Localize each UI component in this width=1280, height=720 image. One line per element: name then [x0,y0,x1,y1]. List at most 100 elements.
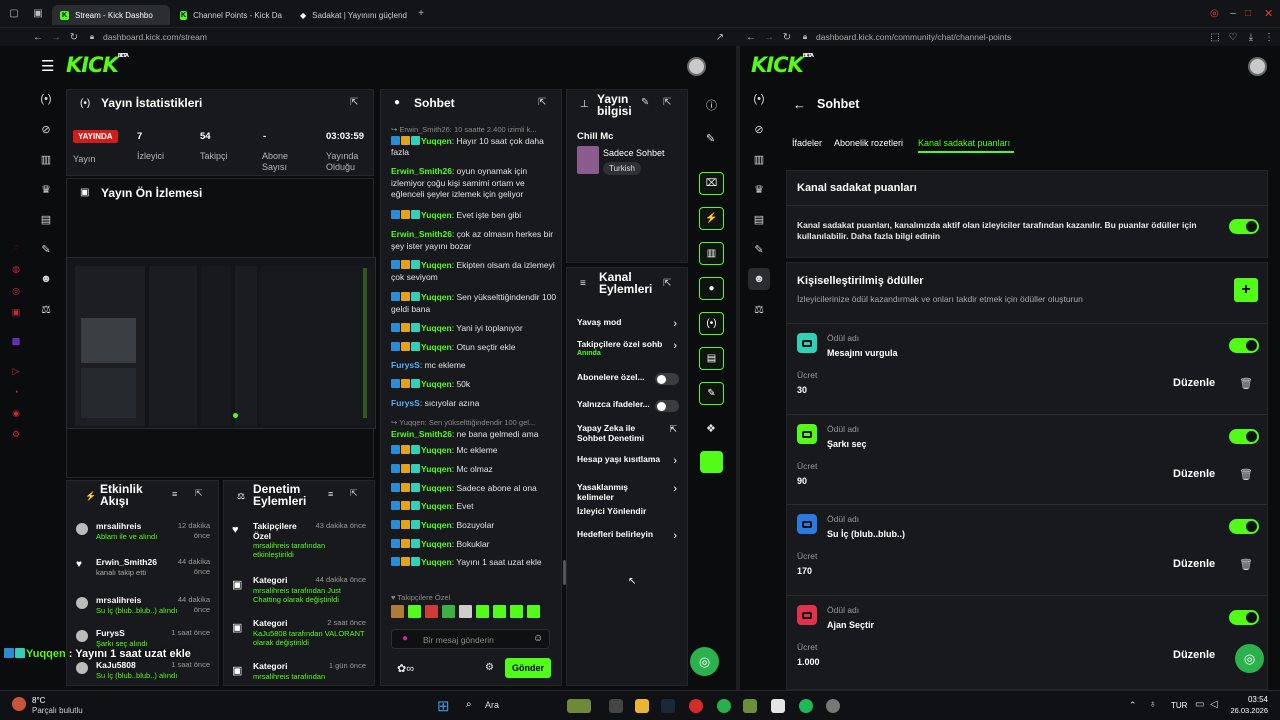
activity-user[interactable]: FurysS [96,628,125,638]
moderation-nav-icon[interactable]: ⚖ [38,303,54,317]
quick-action-button[interactable]: ⌧ [699,172,724,195]
chat-username[interactable]: FurysS [391,398,420,408]
chat-username[interactable]: Yuqqen [421,260,452,270]
reward-toggle[interactable] [1229,429,1259,444]
chat-username[interactable]: Erwin_Smith26 [391,166,452,176]
sidebar-app-icon[interactable]: ◌ [8,242,24,256]
sidebar-app-icon[interactable]: ▣ [8,307,24,321]
twitch-icon[interactable]: ▩ [8,336,24,350]
emote-icon[interactable] [527,605,540,618]
emote-icon[interactable] [391,605,404,618]
volume-icon[interactable]: ◁ [1210,699,1218,710]
chat-username[interactable]: Erwin_Smith26 [391,429,452,439]
tab-channel-points[interactable]: K Channel Points - Kick Da [172,5,290,25]
task-view-icon[interactable] [609,699,623,713]
popout-icon[interactable]: ⇱ [350,488,358,499]
send-button[interactable]: Gönder [505,658,551,678]
trash-icon[interactable]: 🗑︎ [1239,377,1253,390]
forward-icon[interactable]: → [762,32,776,43]
chevron-right-icon[interactable]: › [673,318,677,330]
chat-username[interactable]: Yuqqen [421,520,452,530]
video-nav-icon[interactable]: ▤ [751,213,767,227]
tab-emotes[interactable]: İfadeler [792,138,822,148]
link-nav-icon[interactable]: ⊘ [38,123,54,137]
sidebar-app-icon[interactable]: ◔ [8,387,24,401]
trophy-nav-icon[interactable]: ♛ [751,183,767,197]
tab-list-icon[interactable]: ▣ [31,8,45,19]
stream-preview-image[interactable] [66,257,376,429]
chat-username[interactable]: Yuqqen [421,501,452,511]
tools-nav-icon[interactable]: ✎ [751,243,767,257]
sidebar-app-icon[interactable]: ▷ [8,366,24,380]
reload-icon[interactable]: ↻ [780,32,794,43]
points-toggle[interactable] [1229,219,1259,234]
steam-icon[interactable] [661,699,675,713]
quick-action-button[interactable]: ▥ [699,242,724,265]
mic-icon[interactable]: ● [402,633,408,644]
spotify-icon[interactable] [799,699,813,713]
chevron-right-icon[interactable]: › [673,483,677,495]
back-icon[interactable]: ← [744,32,758,43]
activity-user[interactable]: Erwin_Smith26 [96,557,157,567]
emote-icon[interactable] [476,605,489,618]
chat-input[interactable]: ● Bir mesaj gönderin ☺ [391,629,550,649]
sidebar-app-icon[interactable]: ◉ [8,408,24,422]
url-text[interactable]: dashboard.kick.com/stream [103,32,207,42]
network-icon[interactable]: ▭ [1195,699,1204,710]
settings-gear-icon[interactable]: ⚙ [8,429,24,443]
tag-chip[interactable]: Turkish [603,162,641,175]
popout-icon[interactable]: ⇱ [195,488,203,499]
activity-user[interactable]: mrsalihreis [96,595,141,605]
chat-username[interactable]: FurysS [391,360,420,370]
close-window-icon[interactable]: ✕ [1264,7,1273,20]
link-nav-icon[interactable]: ⊘ [751,123,767,137]
chevron-up-icon[interactable]: ⌃ [1129,700,1137,711]
action-row[interactable]: Takipçilere özel sohb Anında › [577,339,677,360]
action-row[interactable]: Yapay Zeka ile Sohbet Denetimi ⇱ [577,423,677,444]
moderation-nav-icon[interactable]: ⚖ [751,303,767,317]
action-toggle[interactable] [655,400,679,412]
reward-toggle[interactable] [1229,610,1259,625]
chevron-right-icon[interactable]: › [673,530,677,542]
quick-action-button[interactable]: ● [699,277,724,300]
community-nav-icon[interactable]: ☻ [38,273,54,287]
chat-username[interactable]: Yuqqen [421,292,452,302]
tab-channel-points[interactable]: Kanal sadakat puanları [918,138,1010,148]
reward-toggle[interactable] [1229,338,1259,353]
trophy-nav-icon[interactable]: ♛ [38,183,54,197]
emote-icon[interactable] [459,605,472,618]
analytics-nav-icon[interactable]: ▥ [751,153,767,167]
settings-gear-icon[interactable] [826,699,840,713]
quick-action-button[interactable]: (•) [699,312,724,335]
file-explorer-icon[interactable] [635,699,649,713]
reward-toggle[interactable] [1229,519,1259,534]
avatar[interactable] [1248,57,1267,76]
stream-nav-icon[interactable]: (•) [38,93,54,107]
chat-username[interactable]: Yuqqen [421,557,452,567]
minimize-icon[interactable]: – [1226,8,1240,19]
hamburger-menu-icon[interactable]: ☰ [41,57,54,75]
browser-menu-icon[interactable]: ▢ [7,8,21,19]
taskbar-search[interactable]: Ara [485,700,499,710]
weather-temp[interactable]: 8°C [32,696,45,705]
chat-username[interactable]: Yuqqen [421,342,452,352]
kick-logo[interactable]: KICKBETA [751,53,814,77]
action-row[interactable]: Hesap yaşı kısıtlama › [577,454,677,475]
add-reward-button[interactable]: + [1234,278,1258,302]
emote-icon[interactable] [425,605,438,618]
filter-icon[interactable]: ≡ [328,489,333,499]
chat-username[interactable]: Yuqqen [421,464,452,474]
activity-user[interactable]: KaJu5808 [96,660,136,670]
search-tabs-icon[interactable]: ◎ [1210,8,1219,19]
trash-icon[interactable]: 🗑︎ [1239,558,1253,571]
chat-username[interactable]: Yuqqen [421,323,452,333]
edit-button[interactable]: Düzenle [1173,468,1215,480]
video-nav-icon[interactable]: ▤ [38,213,54,227]
support-chat-button[interactable]: ◎ [690,647,719,676]
quick-action-button[interactable]: ⚡ [699,207,724,230]
community-nav-icon[interactable]: ☻ [751,273,767,287]
weather-text[interactable]: Parçalı bulutlu [32,706,83,715]
minecraft-icon[interactable] [743,699,757,713]
chat-username[interactable]: Yuqqen [421,210,452,220]
sidebar-app-icon[interactable]: ◍ [8,264,24,278]
